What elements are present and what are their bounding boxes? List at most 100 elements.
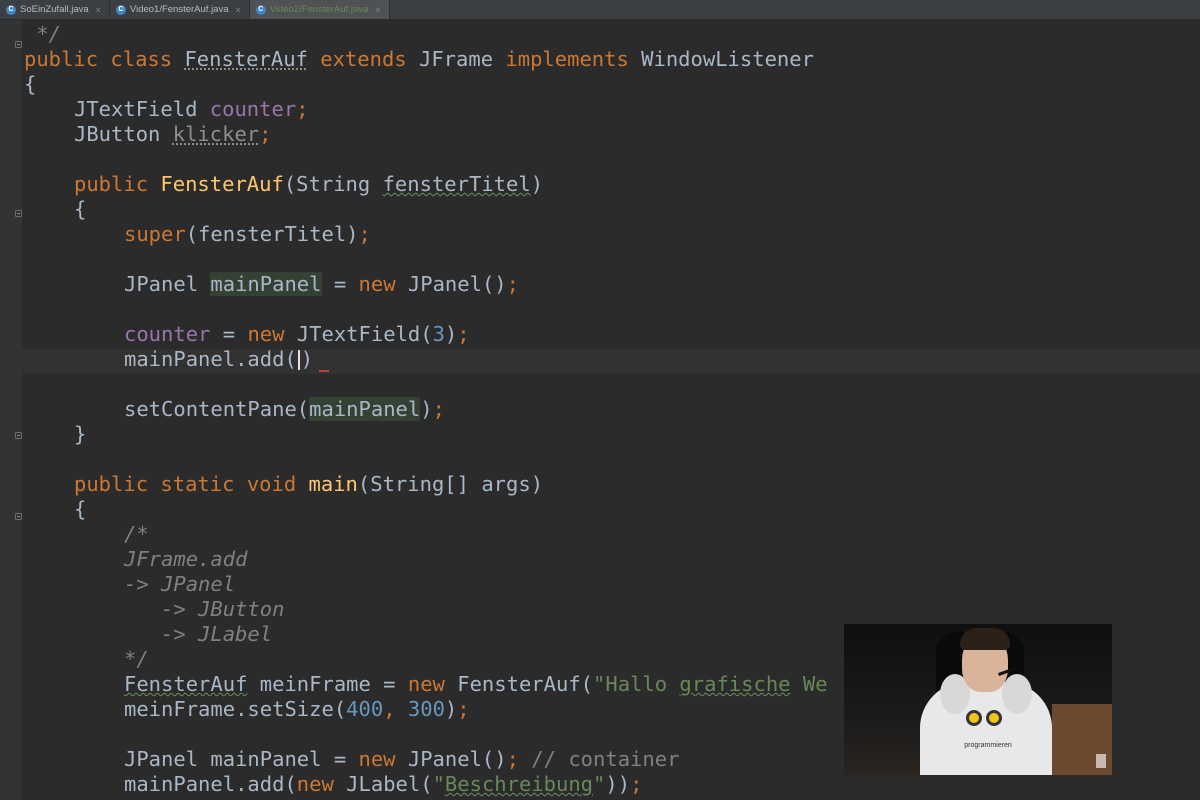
- code-line: JButton klicker;: [74, 122, 272, 147]
- keyword: public: [24, 47, 99, 71]
- keyword: extends: [320, 47, 407, 71]
- keyword: public: [74, 472, 149, 496]
- keyword: new: [296, 772, 334, 796]
- comment: -> JButton: [161, 597, 285, 621]
- comma: ,: [383, 697, 408, 721]
- tab-label: Video2/FensterAuf.java: [269, 4, 369, 15]
- paren: ): [300, 347, 314, 371]
- close-icon[interactable]: ×: [375, 5, 380, 15]
- string-literal: "Hallo: [593, 672, 680, 696]
- paren: ): [444, 697, 458, 721]
- fold-marker-icon[interactable]: [15, 41, 22, 48]
- code-line: setContentPane(mainPanel);: [124, 397, 445, 422]
- tab-video2-fensterauf[interactable]: C Video2/FensterAuf.java ×: [249, 0, 390, 19]
- code-line: */: [24, 22, 61, 47]
- code-line: FensterAuf meinFrame = new FensterAuf("H…: [124, 672, 828, 697]
- code-line: -> JButton: [161, 597, 284, 622]
- string-quote: ": [432, 772, 445, 796]
- code-line: public class FensterAuf extends JFrame i…: [24, 47, 814, 72]
- comment: -> JPanel: [124, 572, 236, 596]
- keyword: super: [124, 222, 186, 246]
- code-line: -> JLabel: [161, 622, 272, 647]
- comment-end: */: [24, 22, 62, 46]
- paren: ): [420, 397, 433, 421]
- keyword: implements: [505, 47, 629, 71]
- fold-marker-icon[interactable]: [15, 513, 22, 520]
- close-icon[interactable]: ×: [96, 5, 101, 15]
- semicolon: ;: [259, 122, 272, 146]
- semicolon: ;: [358, 222, 371, 246]
- class-name: FensterAuf: [184, 47, 308, 71]
- type-name: JTextField: [74, 97, 198, 121]
- tab-label: SoEinZufall.java: [20, 4, 89, 15]
- method-name: main: [308, 472, 358, 496]
- comment: JFrame.add: [124, 547, 248, 571]
- number-literal: 300: [407, 697, 445, 721]
- code-line: mainPanel.add(): [124, 347, 330, 372]
- field-name: counter: [209, 97, 297, 121]
- code-line: counter = new JTextField(3);: [124, 322, 470, 347]
- field-name: counter: [124, 322, 211, 346]
- method-call: setContentPane(: [124, 397, 310, 421]
- owl-eye-icon: [986, 710, 1002, 726]
- constructor-call: JPanel(): [395, 747, 507, 771]
- operator: =: [210, 322, 248, 346]
- code-line: }: [74, 422, 86, 447]
- constructor-name: FensterAuf: [160, 172, 284, 196]
- tab-soeinzufall[interactable]: C SoEinZufall.java ×: [0, 0, 110, 19]
- constructor-call: JLabel(: [333, 772, 433, 796]
- keyword: class: [110, 47, 173, 71]
- editor-gutter: [0, 20, 22, 800]
- paren: ): [530, 172, 544, 196]
- code-line: JFrame.add: [124, 547, 247, 572]
- paren: ): [444, 322, 458, 346]
- keyword: new: [407, 672, 445, 696]
- presenter-hair: [960, 628, 1010, 650]
- cup: [1096, 754, 1106, 768]
- fold-marker-icon[interactable]: [15, 210, 22, 217]
- keyword: new: [247, 322, 285, 346]
- comment: /*: [124, 522, 149, 546]
- brace: {: [74, 497, 87, 521]
- tab-label: Video1/FensterAuf.java: [129, 4, 229, 15]
- brace: {: [74, 197, 87, 221]
- operator: =: [370, 672, 408, 696]
- brace: {: [24, 72, 37, 96]
- method-call: meinFrame.setSize(: [124, 697, 347, 721]
- code-line: JPanel mainPanel = new JPanel(); // cont…: [124, 747, 679, 772]
- code-line: meinFrame.setSize(400, 300);: [124, 697, 470, 722]
- call-args: (fensterTitel): [185, 222, 359, 246]
- code-line: JPanel mainPanel = new JPanel();: [124, 272, 519, 297]
- keyword: new: [358, 272, 396, 296]
- hood-right: [1002, 674, 1032, 714]
- code-line: JTextField counter;: [74, 97, 309, 122]
- type-name: WindowListener: [641, 47, 814, 71]
- keyword: void: [246, 472, 297, 496]
- comment: -> JLabel: [161, 622, 273, 646]
- code-line: */: [124, 647, 149, 672]
- tab-video1-fensterauf[interactable]: C Video1/FensterAuf.java ×: [110, 0, 250, 19]
- java-class-icon: C: [115, 4, 126, 15]
- semicolon: ;: [457, 697, 470, 721]
- code-line: /*: [124, 522, 149, 547]
- semicolon: ;: [432, 397, 445, 421]
- string-literal: Beschreibung: [444, 772, 594, 796]
- type-name: JFrame: [418, 47, 494, 71]
- fold-marker-icon[interactable]: [15, 432, 22, 439]
- semicolon: ;: [506, 747, 519, 771]
- number-literal: 3: [432, 322, 445, 346]
- webcam-overlay: programmieren: [844, 624, 1112, 775]
- type-name: JButton: [74, 122, 161, 146]
- constructor-call: JPanel(): [395, 272, 507, 296]
- paren: )): [605, 772, 631, 796]
- close-icon[interactable]: ×: [236, 5, 241, 15]
- parameter-name: fensterTitel: [382, 172, 531, 196]
- keyword: static: [160, 472, 235, 496]
- java-class-icon: C: [6, 4, 16, 15]
- code-line: {: [74, 497, 86, 522]
- owl-logo-icon: [966, 710, 1006, 736]
- variable-name: meinFrame: [247, 672, 371, 696]
- text-cursor: [297, 350, 300, 370]
- string-quote: ": [593, 772, 606, 796]
- owl-eye-icon: [966, 710, 982, 726]
